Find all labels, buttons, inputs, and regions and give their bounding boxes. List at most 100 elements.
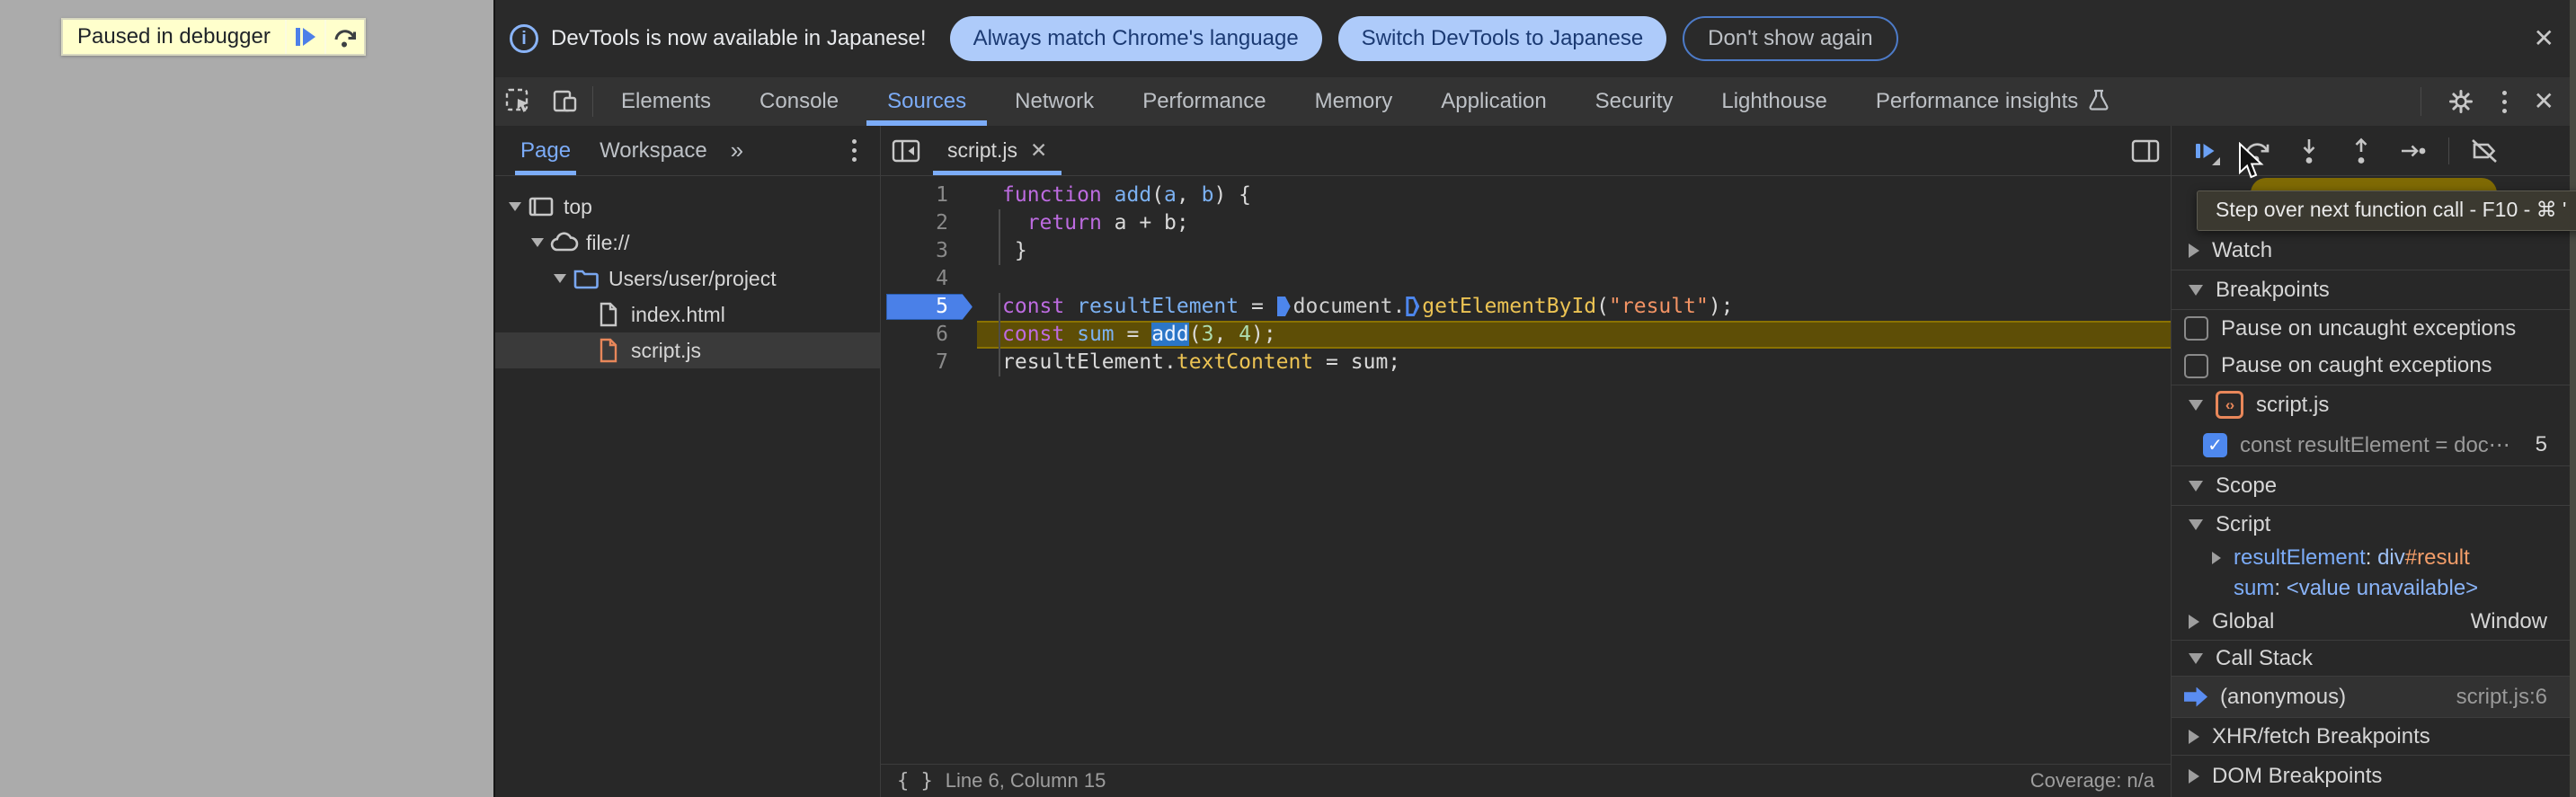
- line-number[interactable]: 5: [881, 293, 977, 321]
- device-toolbar-button[interactable]: [542, 77, 589, 126]
- current-frame-arrow-icon: [2184, 686, 2207, 707]
- scope-script-row[interactable]: Script: [2172, 505, 2576, 543]
- code-editor[interactable]: 1 function add(a, b) {2 return a + b; 3 } 4…: [881, 176, 2171, 764]
- dont-show-again-button[interactable]: Don't show again: [1683, 16, 1898, 61]
- tab-memory[interactable]: Memory: [1291, 77, 1417, 126]
- file-icon: [600, 338, 617, 363]
- callstack-frame-row[interactable]: (anonymous) script.js:6: [2172, 676, 2576, 717]
- breakpoints-section-header[interactable]: Breakpoints: [2172, 270, 2576, 309]
- line-number[interactable]: 2: [881, 209, 977, 237]
- step-button[interactable]: [2396, 134, 2430, 168]
- pause-caught-checkbox[interactable]: [2184, 353, 2208, 378]
- pretty-print-icon[interactable]: { }: [897, 770, 933, 793]
- resume-dropdown-icon: [2212, 156, 2220, 165]
- window-edge: [2570, 0, 2576, 797]
- inspect-element-button[interactable]: [495, 77, 542, 126]
- expander-icon[interactable]: [509, 202, 521, 211]
- var-value-tag: div: [2377, 545, 2405, 570]
- pause-caught-row: Pause on caught exceptions: [2172, 347, 2576, 385]
- step-out-button[interactable]: [2344, 134, 2378, 168]
- switch-devtools-japanese-button[interactable]: Switch DevTools to Japanese: [1337, 16, 1667, 61]
- tab-page[interactable]: Page: [514, 126, 577, 175]
- overlay-step-over-button[interactable]: [324, 20, 364, 54]
- tree-item-file-[interactable]: file://: [495, 225, 880, 261]
- toggle-navigator-button[interactable]: [892, 139, 920, 163]
- always-match-language-button[interactable]: Always match Chrome's language: [949, 16, 1322, 61]
- navigator-tabbar: Page Workspace »: [495, 126, 880, 176]
- code-line-7: 7 resultElement.textContent = sum;: [881, 349, 2171, 376]
- resume-script-button[interactable]: [2188, 134, 2222, 168]
- var-value-id: #result: [2404, 545, 2470, 570]
- step-over-icon: [334, 30, 356, 48]
- scope-script-label: Script: [2216, 511, 2271, 536]
- info-icon: i: [510, 24, 538, 53]
- scope-section-header[interactable]: Scope: [2172, 465, 2576, 505]
- tree-item-script-js[interactable]: script.js: [495, 332, 880, 368]
- debugger-toolbar: [2172, 126, 2576, 176]
- tab-workspace[interactable]: Workspace: [596, 126, 711, 175]
- tab-network[interactable]: Network: [990, 77, 1118, 126]
- navigator-menu-button[interactable]: [841, 139, 867, 162]
- line-number[interactable]: 3: [881, 237, 977, 265]
- tab-performance-insights[interactable]: Performance insights: [1852, 77, 2135, 126]
- tab-elements[interactable]: Elements: [597, 77, 735, 126]
- panel-tabs: Elements Console Sources Network Performance…: [597, 77, 2135, 126]
- chevron-down-icon: [2189, 480, 2203, 491]
- breakpoint-checkbox[interactable]: ✓: [2203, 432, 2227, 457]
- chevron-down-icon: [2189, 652, 2203, 664]
- step-into-button[interactable]: [2292, 134, 2326, 168]
- code-line-6: 6 const sum = add(3, 4);: [881, 321, 2171, 349]
- tree-item-top[interactable]: top: [495, 189, 880, 225]
- tree-item-index-html[interactable]: index.html: [495, 297, 880, 332]
- scope-label: Scope: [2216, 473, 2278, 498]
- line-number[interactable]: 6: [881, 321, 977, 349]
- deactivate-breakpoints-button[interactable]: [2467, 134, 2501, 168]
- more-options-button[interactable]: [2492, 90, 2518, 113]
- overlay-resume-button[interactable]: [284, 20, 324, 54]
- watch-section-header[interactable]: Watch: [2172, 232, 2576, 270]
- chevron-right-icon: [2189, 729, 2199, 744]
- xhr-breakpoints-header[interactable]: XHR/fetch Breakpoints: [2172, 717, 2576, 755]
- infobar-close-icon[interactable]: ✕: [2534, 26, 2554, 51]
- toggle-debugger-sidebar-button[interactable]: [2131, 139, 2160, 163]
- resume-icon: [295, 28, 300, 46]
- chevron-right-icon: [2212, 552, 2221, 564]
- scope-var-resultelement[interactable]: resultElement: div#result: [2172, 543, 2576, 573]
- tab-application[interactable]: Application: [1417, 77, 1570, 126]
- dom-breakpoints-header[interactable]: DOM Breakpoints: [2172, 755, 2576, 797]
- cloud-icon: [550, 232, 579, 252]
- breakpoint-entry-label: const resultElement = doc⋯: [2240, 432, 2510, 457]
- callstack-section-header[interactable]: Call Stack: [2172, 640, 2576, 676]
- breakpoint-file-group[interactable]: ‹› script.js: [2172, 385, 2576, 424]
- settings-button[interactable]: [2438, 87, 2484, 116]
- main-toolbar: Elements Console Sources Network Performance…: [495, 77, 2576, 126]
- breakpoint-entry-row[interactable]: ✓ const resultElement = doc⋯ 5: [2172, 424, 2576, 465]
- tab-lighthouse[interactable]: Lighthouse: [1697, 77, 1851, 126]
- paused-in-debugger-overlay: Paused in debugger: [61, 18, 366, 56]
- editor-tab-scriptjs[interactable]: script.js ✕: [933, 126, 1062, 175]
- pause-uncaught-checkbox[interactable]: [2184, 316, 2208, 341]
- tab-sources[interactable]: Sources: [863, 77, 990, 126]
- inspect-icon: [505, 88, 529, 112]
- line-number[interactable]: 4: [881, 265, 977, 293]
- expander-icon[interactable]: [531, 238, 544, 247]
- tab-console[interactable]: Console: [735, 77, 863, 126]
- scope-global-row[interactable]: Global Window: [2172, 604, 2576, 640]
- devtools-close-icon[interactable]: ✕: [2525, 89, 2563, 114]
- step-icon: [2402, 145, 2426, 156]
- tree-item-Users-user-project[interactable]: Users/user/project: [495, 261, 880, 297]
- line-number[interactable]: 7: [881, 349, 977, 376]
- inline-breakpoint-marker-filled[interactable]: [1276, 297, 1291, 316]
- more-tabs-icon[interactable]: »: [731, 137, 743, 164]
- scope-var-sum[interactable]: sum: <value unavailable>: [2172, 573, 2576, 604]
- line-number[interactable]: 1: [881, 182, 977, 209]
- code-line-2: 2 return a + b;: [881, 209, 2171, 237]
- tab-performance[interactable]: Performance: [1118, 77, 1290, 126]
- close-tab-icon[interactable]: ✕: [1030, 140, 1047, 161]
- breakpoint-marker[interactable]: 5: [886, 294, 973, 320]
- tab-security[interactable]: Security: [1571, 77, 1698, 126]
- expander-icon[interactable]: [554, 274, 566, 283]
- inline-breakpoint-marker-outline[interactable]: [1406, 297, 1420, 316]
- infobar-message: DevTools is now available in Japanese!: [551, 26, 927, 50]
- code-line-3: 3 }: [881, 237, 2171, 265]
